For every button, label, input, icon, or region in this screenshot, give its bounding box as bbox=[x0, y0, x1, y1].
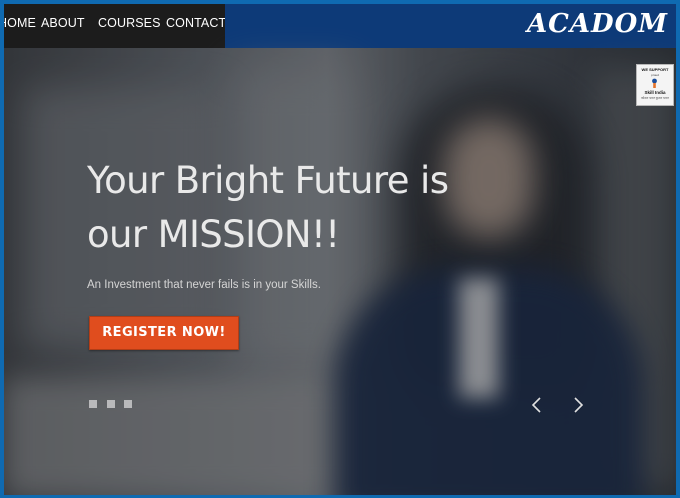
hero-overlay bbox=[4, 48, 676, 495]
hero-title: Your Bright Future is our MISSION!! bbox=[87, 154, 507, 262]
slider-dot-3[interactable] bbox=[124, 400, 132, 408]
skill-india-badge[interactable]: WE SUPPORT proud Skill India कौशल भारत क… bbox=[636, 64, 674, 106]
hero-title-line1: Your Bright Future is bbox=[87, 159, 449, 202]
badge-line4: कौशल भारत कुशल भारत bbox=[641, 96, 669, 100]
badge-line1: WE SUPPORT bbox=[641, 67, 669, 72]
register-now-button[interactable]: REGISTER NOW! bbox=[89, 316, 239, 350]
site-header: HOME ABOUT COURSES CONTACT ACADOM bbox=[4, 4, 676, 48]
hero-title-line2: our MISSION!! bbox=[87, 213, 340, 256]
main-nav: HOME ABOUT COURSES CONTACT bbox=[4, 4, 225, 48]
nav-courses-link[interactable]: COURSES bbox=[98, 16, 161, 30]
slider-dot-2[interactable] bbox=[107, 400, 115, 408]
acadom-logo[interactable]: ACADOM bbox=[527, 9, 668, 39]
hero-tagline: An Investment that never fails is in you… bbox=[87, 279, 321, 291]
badge-line3: Skill India bbox=[644, 90, 666, 95]
chevron-left-icon[interactable] bbox=[526, 394, 548, 416]
skill-india-emblem-icon bbox=[652, 78, 657, 88]
slider-dot-1[interactable] bbox=[89, 400, 97, 408]
hero-slider: Your Bright Future is our MISSION!! An I… bbox=[4, 48, 676, 495]
nav-about-link[interactable]: ABOUT bbox=[41, 16, 85, 30]
badge-line2: proud bbox=[651, 73, 659, 77]
chevron-right-icon[interactable] bbox=[567, 394, 589, 416]
nav-contact-link[interactable]: CONTACT bbox=[166, 16, 225, 30]
browser-frame: HOME ABOUT COURSES CONTACT ACADOM Your B… bbox=[0, 0, 680, 498]
nav-home-link[interactable]: HOME bbox=[4, 16, 36, 30]
